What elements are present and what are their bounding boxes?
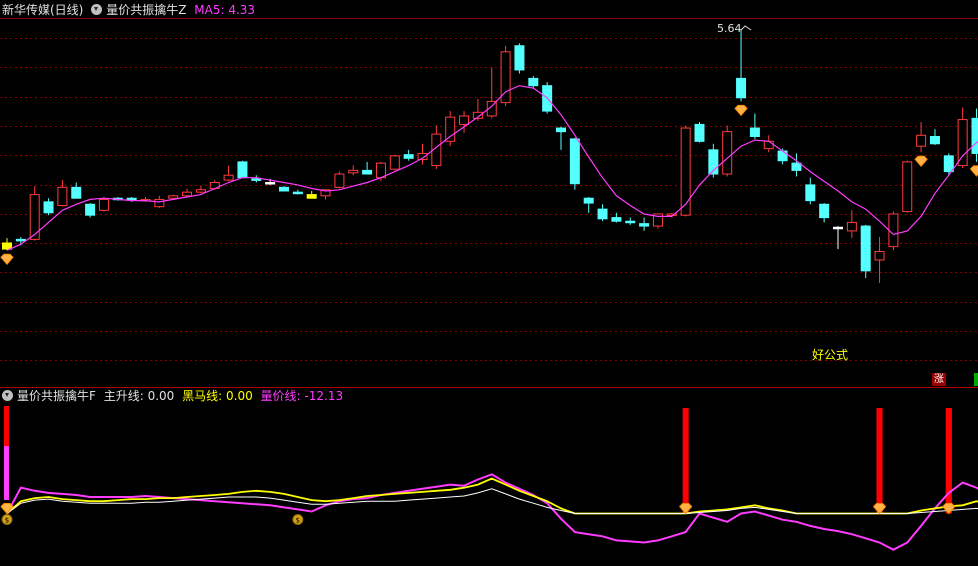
candle-body (819, 203, 830, 219)
candle-body (597, 208, 608, 220)
signal-bar (876, 408, 883, 514)
candle-body (777, 150, 788, 162)
vol-price-value: 量价线: -12.13 (260, 389, 344, 403)
candle-body (306, 194, 317, 199)
candle-body (556, 127, 566, 133)
candle-body (916, 134, 927, 147)
candle-body (43, 201, 54, 214)
diamond-icon (942, 503, 956, 515)
diamond-icon (969, 165, 978, 177)
candle-body (722, 131, 733, 175)
candle-body (736, 77, 747, 99)
top-indicator-name[interactable]: 量价共振擒牛Z (106, 3, 186, 17)
stock-name[interactable]: 新华传媒(日线) (2, 3, 83, 17)
candle-body (569, 138, 580, 185)
candle-body (389, 155, 400, 170)
watermark: 好公式 (812, 348, 849, 362)
candle-body (334, 173, 345, 188)
candle-body (237, 161, 248, 179)
diamond-icon (0, 503, 14, 515)
diamond-icon (914, 155, 928, 168)
candle-body (763, 140, 774, 150)
candle-body (943, 155, 954, 173)
candle-body (348, 169, 359, 174)
max-price-label: 5.64 (717, 22, 742, 35)
dark-horse-value: 黑马线: 0.00 (182, 389, 253, 403)
bottom-header: 量价共振擒牛F 主升线: 0.00 黑马线: 0.00 量价线: -12.13 (2, 388, 347, 404)
candle-body (929, 136, 940, 145)
candle-body (694, 123, 705, 142)
candle-body (611, 217, 622, 222)
candle-body (805, 184, 816, 202)
candle-body (223, 174, 234, 181)
candle-body (98, 198, 109, 211)
candle-body (375, 162, 386, 179)
candle-body (625, 220, 636, 224)
candle-body (459, 115, 470, 125)
candle-body (888, 213, 899, 248)
diamond-icon (0, 253, 14, 266)
candle-body (957, 119, 968, 167)
candle-body (680, 127, 691, 216)
candle-body (874, 250, 885, 261)
candle-body (445, 116, 456, 142)
candle-body (265, 181, 276, 185)
candle-body (860, 225, 871, 272)
scroll-indicator[interactable] (974, 373, 978, 386)
ma5-value: MA5: 4.33 (194, 3, 256, 17)
candle-body (15, 238, 26, 242)
candle-body (279, 186, 289, 192)
candle-body (182, 191, 193, 197)
signal-bar (682, 408, 689, 514)
candle-body (971, 117, 978, 154)
candle-body (639, 223, 650, 227)
candle-body (71, 186, 82, 199)
candle-body (2, 242, 12, 250)
indicator-menu-icon[interactable] (91, 4, 103, 15)
candle-body (514, 45, 525, 71)
candle-body (583, 197, 594, 204)
vol-price-line (6, 473, 978, 551)
candle-body (292, 191, 303, 195)
left-signal-bar (4, 446, 9, 500)
max-marker (740, 25, 752, 31)
candle-body (195, 189, 206, 193)
candle-body (791, 162, 802, 171)
candle-body (362, 169, 373, 175)
main-line (6, 488, 978, 514)
top-header: 新华传媒(日线) 量价共振擒牛Z MA5: 4.33 (2, 2, 259, 18)
main-line-value: 主升线: 0.00 (103, 389, 175, 403)
candle-body (833, 226, 843, 230)
candle-body (168, 195, 179, 199)
candle-body (902, 161, 913, 213)
candle-body (846, 221, 857, 232)
money-bag-symbol: $ (296, 517, 300, 525)
candle-body (29, 194, 40, 240)
candle-body (85, 203, 96, 216)
candle-body (57, 186, 68, 206)
chart-canvas[interactable]: $ $ (0, 0, 978, 566)
signal-bar (945, 408, 952, 514)
candle-body (528, 77, 539, 87)
candle-body (154, 198, 165, 208)
bottom-indicator-name[interactable]: 量价共振擒牛F (17, 389, 96, 403)
candle-body (749, 127, 760, 138)
candle-body (403, 154, 414, 159)
left-signal-bar (4, 406, 9, 446)
zhang-badge[interactable]: 涨 (932, 373, 946, 386)
diamond-icon (872, 503, 887, 515)
indicator-menu-icon[interactable] (2, 390, 13, 401)
money-bag-symbol: $ (5, 517, 9, 525)
diamond-icon (734, 104, 748, 117)
candle-body (251, 178, 262, 181)
